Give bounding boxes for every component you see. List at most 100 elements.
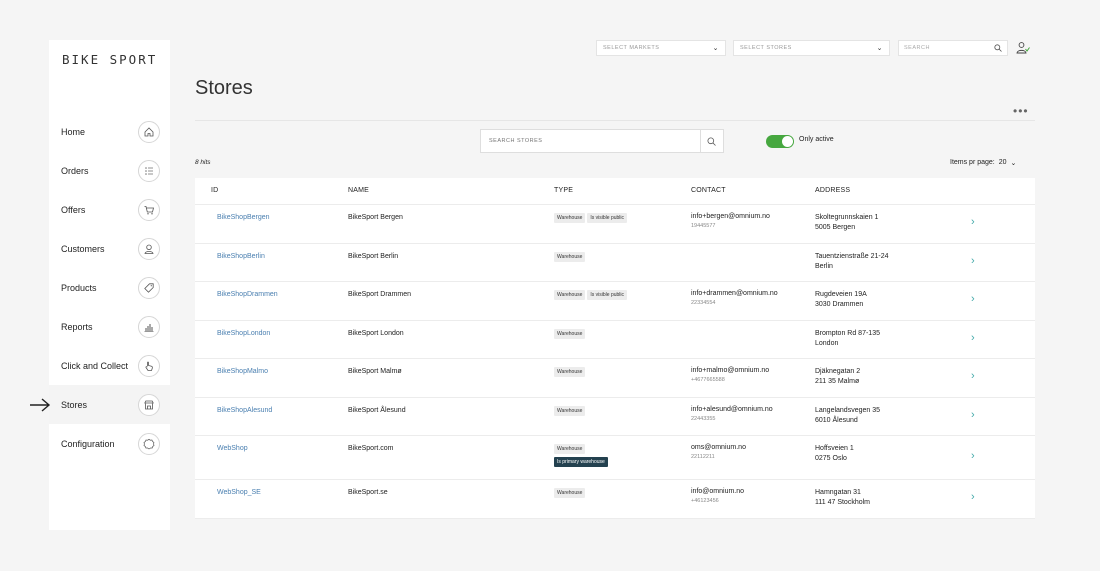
column-header-type[interactable]: TYPE — [554, 187, 573, 194]
store-name: BikeSport.com — [348, 445, 394, 452]
store-search-input[interactable] — [481, 130, 700, 152]
contact-phone: +46123456 — [691, 498, 719, 504]
contact-email: info+bergen@omnium.no — [691, 213, 770, 220]
chevron-right-icon[interactable]: › — [971, 370, 975, 382]
table-row[interactable]: BikeShopBerlin BikeSport Berlin Warehouse T… — [195, 244, 1035, 282]
store-type: Warehouse — [554, 405, 587, 416]
sidebar-item-label: Stores — [61, 399, 88, 410]
sidebar-item-reports[interactable]: Reports — [49, 307, 170, 346]
select-markets[interactable]: SELECT MARKETS ⌄ — [596, 40, 726, 56]
chevron-right-icon[interactable]: › — [971, 450, 975, 462]
store-id-link[interactable]: BikeShopAlesund — [217, 407, 272, 414]
table-row[interactable]: BikeShopLondon BikeSport London Warehouse B… — [195, 321, 1035, 359]
store-id-link[interactable]: BikeShopBerlin — [217, 253, 265, 260]
type-badge: Warehouse — [554, 488, 586, 498]
toggle-knob — [782, 136, 793, 147]
cart-icon — [138, 198, 160, 221]
store-id-link[interactable]: WebShop_SE — [217, 489, 261, 496]
store-address: Skoltegrunnskaien 1 5005 Bergen — [815, 213, 878, 233]
address-line-2: 0275 Oslo — [815, 455, 847, 462]
search-icon — [707, 136, 717, 146]
home-icon — [138, 120, 160, 143]
address-line-1: Rugdeveien 19A — [815, 291, 867, 298]
store-id-link[interactable]: BikeShopMalmo — [217, 368, 268, 375]
type-badge: Warehouse — [554, 290, 586, 300]
store-search-button[interactable] — [699, 130, 723, 152]
sidebar-item-label: Click and Collect — [61, 360, 129, 371]
sidebar-item-products[interactable]: Products — [49, 268, 170, 307]
only-active-toggle[interactable] — [766, 135, 794, 148]
chevron-right-icon[interactable]: › — [971, 293, 975, 305]
brand-logo[interactable]: BIKE SPORT — [62, 52, 157, 67]
divider — [195, 120, 1035, 121]
table-row[interactable]: WebShop BikeSport.com Warehouse Is primary … — [195, 436, 1035, 480]
table-row[interactable]: BikeShopDrammen BikeSport Drammen Warehous… — [195, 282, 1035, 321]
sidebar-item-label: Orders — [61, 165, 89, 176]
sidebar-item-label: Reports — [61, 321, 93, 332]
sidebar-item-click-and-collect[interactable]: Click and Collect — [49, 346, 170, 385]
sidebar-item-offers[interactable]: Offers — [49, 190, 170, 229]
global-search-input[interactable]: SEARCH — [898, 40, 1008, 56]
type-badge: Is visible public — [587, 213, 628, 223]
table-row[interactable]: BikeShopMalmo BikeSport Malmø Warehouse inf… — [195, 359, 1035, 398]
chevron-right-icon[interactable]: › — [971, 255, 975, 267]
chevron-right-icon[interactable]: › — [971, 409, 975, 421]
store-type: Warehouse Is primary warehouse — [554, 444, 610, 467]
store-id-link[interactable]: BikeShopBergen — [217, 214, 270, 221]
type-badge: Warehouse — [554, 213, 586, 223]
table-row[interactable]: BikeShopBergen BikeSport Bergen Warehouse I… — [195, 205, 1035, 244]
items-per-page-value: 20 — [998, 159, 1007, 166]
sidebar-item-stores[interactable]: Stores — [49, 385, 170, 424]
address-line-1: Hoffsveien 1 — [815, 445, 854, 452]
chevron-down-icon: ⌄ — [1010, 160, 1017, 167]
gear-icon — [138, 432, 160, 455]
column-header-address[interactable]: ADDRESS — [815, 187, 850, 194]
chevron-right-icon[interactable]: › — [971, 491, 975, 503]
main-content: SELECT MARKETS ⌄ SELECT STORES ⌄ SEARCH … — [170, 40, 1050, 530]
sidebar-item-label: Home — [61, 126, 86, 137]
store-id-link[interactable]: BikeShopDrammen — [217, 291, 278, 298]
store-id-link[interactable]: WebShop — [217, 445, 248, 452]
store-type: Warehouse Is visible public — [554, 213, 629, 223]
store-type: Warehouse — [554, 367, 587, 377]
sidebar-item-customers[interactable]: Customers — [49, 229, 170, 268]
chart-icon — [138, 315, 160, 338]
store-address: Hoffsveien 1 0275 Oslo — [815, 444, 854, 464]
column-header-contact[interactable]: CONTACT — [691, 187, 726, 194]
sidebar-item-orders[interactable]: Orders — [49, 151, 170, 190]
chevron-right-icon[interactable]: › — [971, 216, 975, 228]
column-header-id[interactable]: ID — [211, 187, 218, 194]
table-row[interactable]: WebShop_SE BikeSport.se Warehouse info@omni… — [195, 480, 1035, 519]
search-icon[interactable] — [994, 44, 1002, 52]
store-id-link[interactable]: BikeShopLondon — [217, 330, 270, 337]
address-line-2: London — [815, 339, 839, 347]
sidebar-item-configuration[interactable]: Configuration — [49, 424, 170, 463]
store-address: Hamngatan 31 111 47 Stockholm — [815, 488, 870, 508]
select-stores-placeholder: SELECT STORES — [740, 45, 792, 51]
type-badge: Warehouse — [554, 405, 586, 416]
sidebar-item-label: Configuration — [61, 438, 115, 449]
address-line-2: 5005 Bergen — [815, 224, 856, 231]
table-row[interactable]: BikeShopAlesund BikeSport Ålesund Warehous… — [195, 398, 1035, 436]
type-badge: Warehouse — [554, 367, 586, 377]
address-line-2: Berlin — [815, 262, 833, 270]
chevron-right-icon[interactable]: › — [971, 332, 975, 344]
user-icon — [138, 237, 160, 260]
sidebar-item-home[interactable]: Home — [49, 112, 170, 151]
store-name: BikeSport Bergen — [348, 214, 403, 221]
store-type: Warehouse Is visible public — [554, 290, 629, 300]
primary-warehouse-badge: Is primary warehouse — [554, 457, 608, 467]
contact-phone: 22112211 — [691, 454, 715, 460]
items-per-page[interactable]: Items pr page: 20 ⌄ — [950, 159, 1016, 167]
select-stores[interactable]: SELECT STORES ⌄ — [733, 40, 890, 56]
list-icon — [138, 159, 160, 182]
address-line-1: Hamngatan 31 — [815, 489, 861, 496]
chevron-down-icon: ⌄ — [876, 45, 883, 52]
column-header-name[interactable]: NAME — [348, 187, 369, 194]
stores-table: ID NAME TYPE CONTACT ADDRESS BikeShopBer… — [195, 178, 1035, 519]
type-badge: Warehouse — [554, 444, 586, 454]
more-options-icon[interactable]: ••• — [1013, 104, 1029, 118]
user-profile-icon[interactable] — [1016, 41, 1030, 55]
store-contact: info+alesund@omnium.no 22443355 — [691, 406, 773, 422]
address-line-2: 211 35 Malmø — [815, 378, 860, 385]
